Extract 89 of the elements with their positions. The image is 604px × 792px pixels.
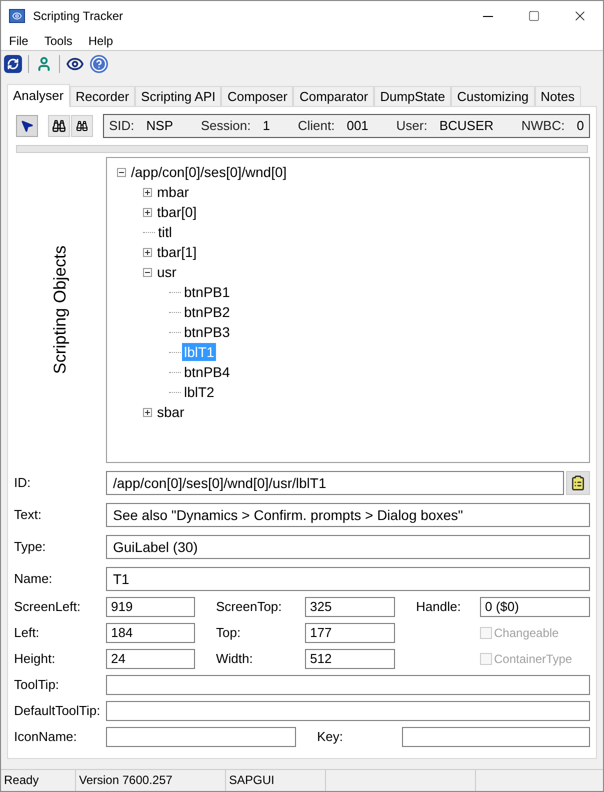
app-icon	[9, 9, 25, 23]
field-label: Type:	[14, 538, 47, 556]
tab[interactable]: Comparator	[293, 86, 374, 106]
expand-toggle[interactable]	[143, 248, 152, 256]
value-field[interactable]: 0 ($0)	[480, 597, 590, 617]
session-label: Session:	[200, 117, 251, 136]
clipboard-icon	[570, 475, 586, 491]
menu-item[interactable]: Help	[80, 32, 122, 50]
tab[interactable]: DumpState	[374, 86, 452, 106]
session-label: SID:	[109, 117, 134, 136]
value-field[interactable]: 325	[305, 597, 395, 617]
tree-item[interactable]: btnPB4	[182, 363, 232, 381]
tree-item[interactable]: lblT2	[182, 383, 216, 401]
pointer-button[interactable]	[16, 115, 38, 137]
binoculars-button[interactable]	[48, 115, 70, 137]
binoculars-icon	[52, 119, 66, 133]
field-label: ID:	[14, 474, 32, 492]
tree-item[interactable]: /app/con[0]/ses[0]/wnd[0]	[129, 163, 289, 181]
section-label: Scripting Objects	[49, 246, 70, 374]
id-field[interactable]: /app/con[0]/ses[0]/wnd[0]/usr/lblT1	[106, 471, 564, 495]
field-label: Handle:	[416, 598, 462, 616]
status-text: Ready	[1, 770, 76, 791]
binoculars-arrow-button[interactable]	[71, 115, 93, 137]
session-value: 0	[576, 117, 584, 136]
tree-item[interactable]: tbar[1]	[155, 243, 199, 261]
field-label: Width:	[216, 650, 254, 668]
checkbox-label: Changeable	[494, 625, 559, 642]
session-value: BCUSER	[439, 117, 494, 136]
field-label: Name:	[14, 570, 54, 588]
menu-item[interactable]: Tools	[36, 32, 80, 50]
input-field[interactable]	[106, 675, 590, 695]
refresh-icon[interactable]	[4, 55, 22, 73]
tree-item[interactable]: btnPB1	[182, 283, 232, 301]
field-label: Left:	[14, 624, 40, 642]
session-value: NSP	[146, 117, 174, 136]
maximize-icon	[528, 10, 540, 22]
field-label: ScreenTop:	[216, 598, 283, 616]
value-field[interactable]: 184	[106, 623, 195, 643]
binoculars-icon	[76, 120, 88, 132]
tab[interactable]: Customizing	[451, 86, 535, 106]
input-field[interactable]	[106, 727, 296, 747]
field-label: Text:	[14, 506, 42, 524]
tab[interactable]: Scripting API	[135, 86, 222, 106]
eye-icon[interactable]	[66, 55, 84, 73]
collapse-toggle[interactable]	[117, 168, 126, 176]
expand-toggle[interactable]	[143, 188, 152, 196]
tree-item[interactable]: btnPB2	[182, 303, 232, 321]
clipboard-button[interactable]	[566, 471, 590, 495]
tab[interactable]: Recorder	[70, 86, 136, 106]
tree-item[interactable]: sbar	[155, 403, 186, 421]
session-label: NWBC:	[521, 117, 565, 136]
expand-toggle[interactable]	[143, 208, 152, 216]
help-icon[interactable]	[90, 55, 108, 73]
window-title: Scripting Tracker	[33, 8, 124, 25]
input-field[interactable]	[402, 727, 590, 747]
field-label: ScreenLeft:	[14, 598, 82, 616]
menu-item[interactable]: File	[1, 32, 36, 50]
value-field[interactable]: T1	[106, 567, 590, 591]
tab[interactable]: Notes	[534, 86, 581, 106]
session-value: 1	[262, 117, 270, 136]
tree-item[interactable]: tbar[0]	[155, 203, 199, 221]
tree-item[interactable]: mbar	[155, 183, 191, 201]
session-label: Client:	[298, 117, 335, 136]
value-field[interactable]: 24	[106, 649, 195, 669]
session-value: 001	[346, 117, 368, 136]
field-label: Key:	[317, 728, 344, 746]
value-field[interactable]: 919	[106, 597, 195, 617]
field-label: Height:	[14, 650, 56, 668]
field-label: Top:	[216, 624, 242, 642]
input-field[interactable]	[106, 701, 590, 721]
tree-item[interactable]: btnPB3	[182, 323, 232, 341]
checkbox-label: ContainerType	[494, 651, 572, 668]
value-field[interactable]: GuiLabel (30)	[106, 535, 590, 559]
tree-item[interactable]: titl	[156, 223, 174, 241]
tab[interactable]: Composer	[221, 86, 294, 106]
pointer-icon	[20, 119, 34, 133]
status-text: Version 7600.257	[76, 770, 226, 791]
expand-toggle[interactable]	[143, 408, 152, 416]
field-label: IconName:	[14, 728, 78, 746]
session-label: User:	[396, 117, 428, 136]
collapse-toggle[interactable]	[143, 268, 152, 276]
value-field[interactable]: See also "Dynamics > Confirm. prompts > Dialog boxes"	[106, 503, 590, 527]
status-text: SAPGUI	[226, 770, 326, 791]
tree-item[interactable]: usr	[155, 263, 178, 281]
value-field[interactable]: 177	[305, 623, 395, 643]
field-label: ToolTip:	[14, 676, 60, 694]
tab[interactable]: Analyser	[7, 84, 70, 107]
value-field[interactable]: 512	[305, 649, 395, 669]
field-label: DefaultToolTip:	[14, 702, 102, 720]
